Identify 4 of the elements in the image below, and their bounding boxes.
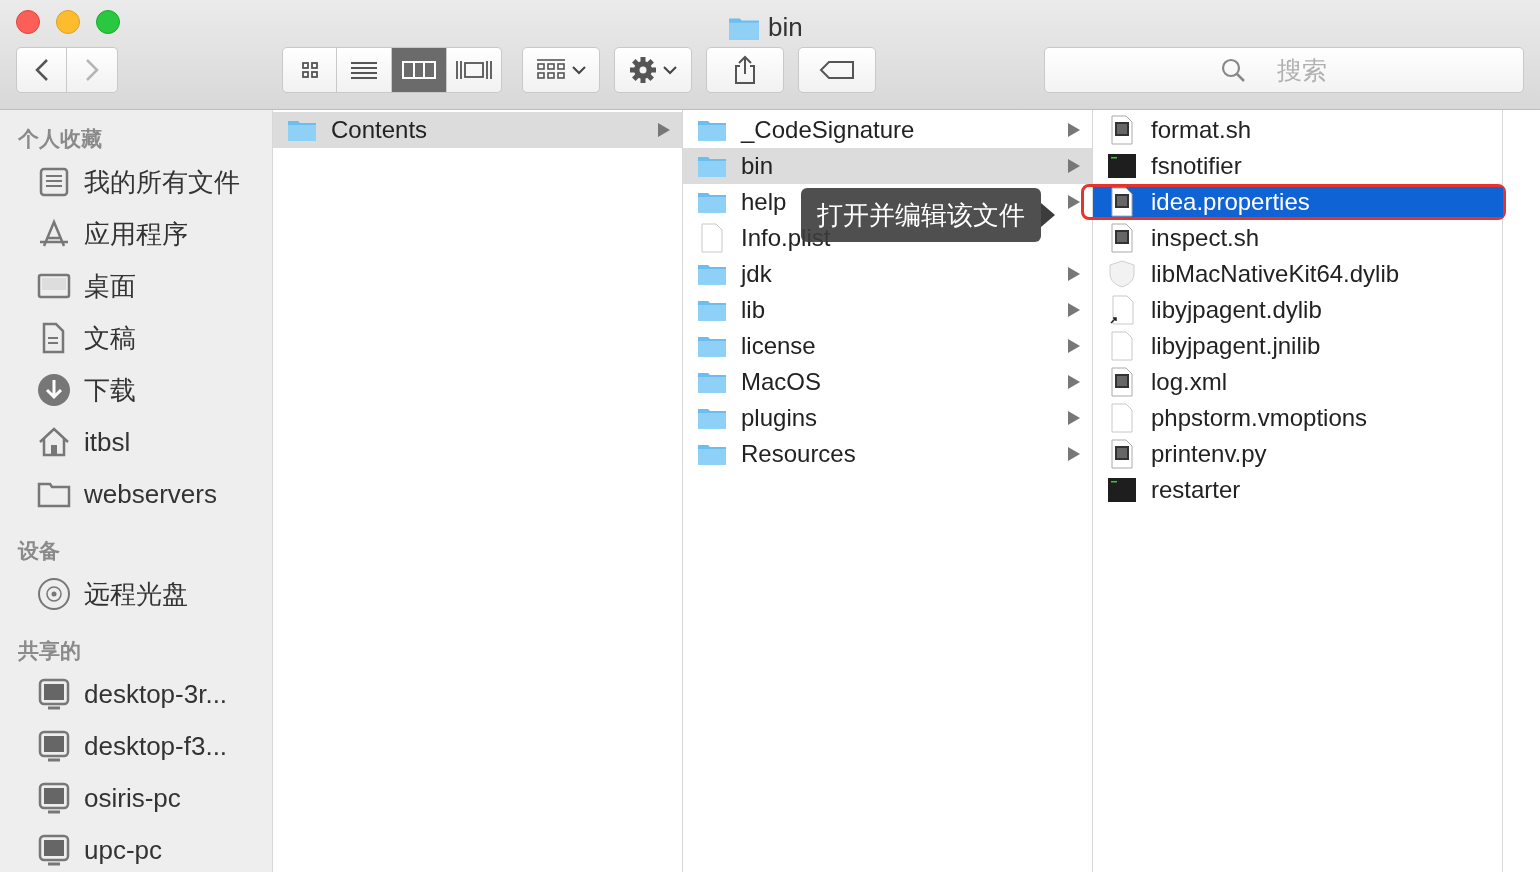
sidebar-heading: 设备 (16, 538, 61, 564)
window-title: bin (768, 11, 803, 44)
sidebar-heading: 个人收藏 (17, 126, 103, 152)
sidebar-heading: 共享的 (17, 638, 82, 664)
